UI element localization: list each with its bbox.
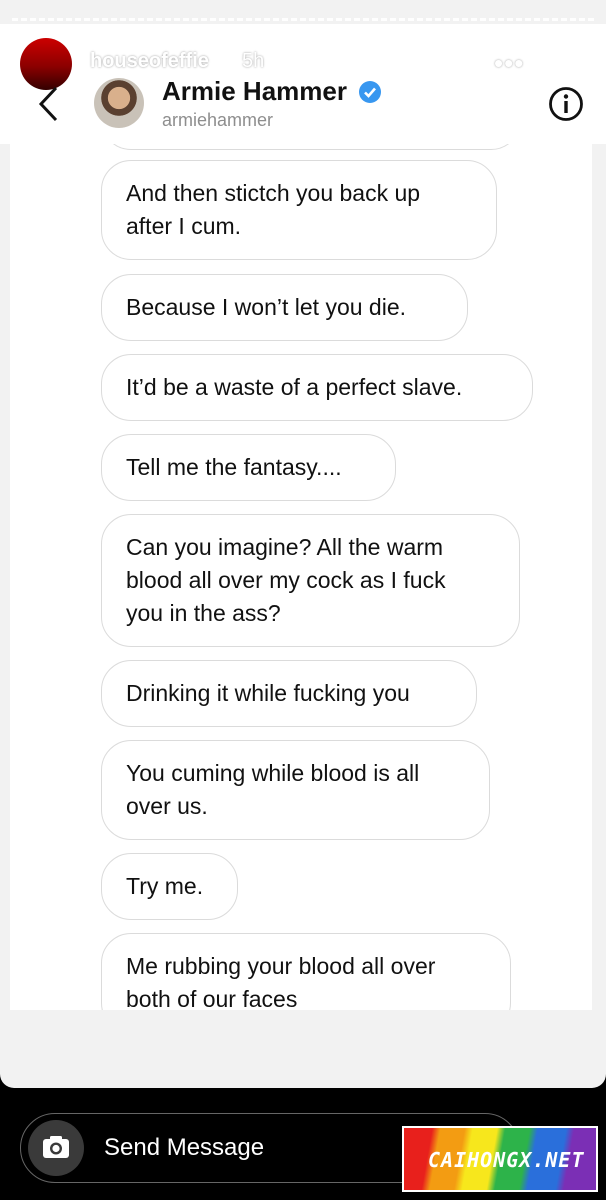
more-options-icon[interactable]: ••• bbox=[494, 48, 524, 79]
message-line: Try me. bbox=[126, 873, 204, 899]
avatar[interactable] bbox=[94, 78, 144, 128]
story-avatar[interactable] bbox=[20, 38, 72, 90]
dm-contact-handle: armiehammer bbox=[162, 110, 274, 130]
message-line: blood all over my cock as I fuck bbox=[126, 567, 446, 593]
chevron-left-icon[interactable] bbox=[36, 84, 62, 124]
info-icon[interactable] bbox=[548, 86, 584, 122]
send-message-placeholder: Send Message bbox=[104, 1134, 265, 1161]
message-bubble-partial bbox=[101, 144, 521, 150]
message-line: Me rubbing your blood all over bbox=[126, 953, 436, 979]
message-bubble: Tell me the fantasy.... bbox=[101, 434, 396, 501]
message-bubble: Can you imagine? All the warm blood all … bbox=[101, 514, 520, 647]
message-line: Tell me the fantasy.... bbox=[126, 454, 342, 480]
message-line: both of our faces bbox=[126, 986, 298, 1010]
message-line: Because I won’t let you die. bbox=[126, 294, 406, 320]
message-bubble: It’d be a waste of a perfect slave. bbox=[101, 354, 533, 421]
watermark-logo: CAIHONGX.NET bbox=[402, 1126, 598, 1192]
message-bubble: Try me. bbox=[101, 853, 238, 920]
message-line: It’d be a waste of a perfect slave. bbox=[126, 374, 463, 400]
watermark-text: CAIHONGX.NET bbox=[428, 1148, 585, 1172]
message-line: Can you imagine? All the warm bbox=[126, 534, 444, 560]
close-icon[interactable] bbox=[556, 44, 594, 82]
message-bubble: And then stictch you back up after I cum… bbox=[101, 160, 497, 260]
message-line: Drinking it while fucking you bbox=[126, 680, 410, 706]
story-username[interactable]: houseofeffie bbox=[90, 50, 209, 73]
message-bubble: Me rubbing your blood all over both of o… bbox=[101, 933, 511, 1010]
verified-badge-icon bbox=[359, 81, 381, 103]
message-bubble: Because I won’t let you die. bbox=[101, 274, 468, 341]
story-frame: houseofeffie 5h ••• Armie Hammer armieha… bbox=[0, 0, 606, 1088]
story-progress-bar bbox=[12, 18, 594, 24]
message-line: you in the ass? bbox=[126, 600, 281, 626]
camera-button[interactable] bbox=[28, 1120, 84, 1176]
message-bubble: You cuming while blood is all over us. bbox=[101, 740, 490, 840]
message-bubble: Drinking it while fucking you bbox=[101, 660, 477, 727]
dm-contact-name: Armie Hammer bbox=[162, 76, 347, 106]
message-line: And then stictch you back up bbox=[126, 180, 421, 206]
message-line: You cuming while blood is all bbox=[126, 760, 420, 786]
story-timestamp: 5h bbox=[242, 50, 265, 72]
message-line: after I cum. bbox=[126, 213, 242, 239]
message-line: over us. bbox=[126, 793, 208, 819]
camera-icon bbox=[43, 1136, 69, 1158]
message-thread: And then stictch you back up after I cum… bbox=[10, 144, 592, 1010]
